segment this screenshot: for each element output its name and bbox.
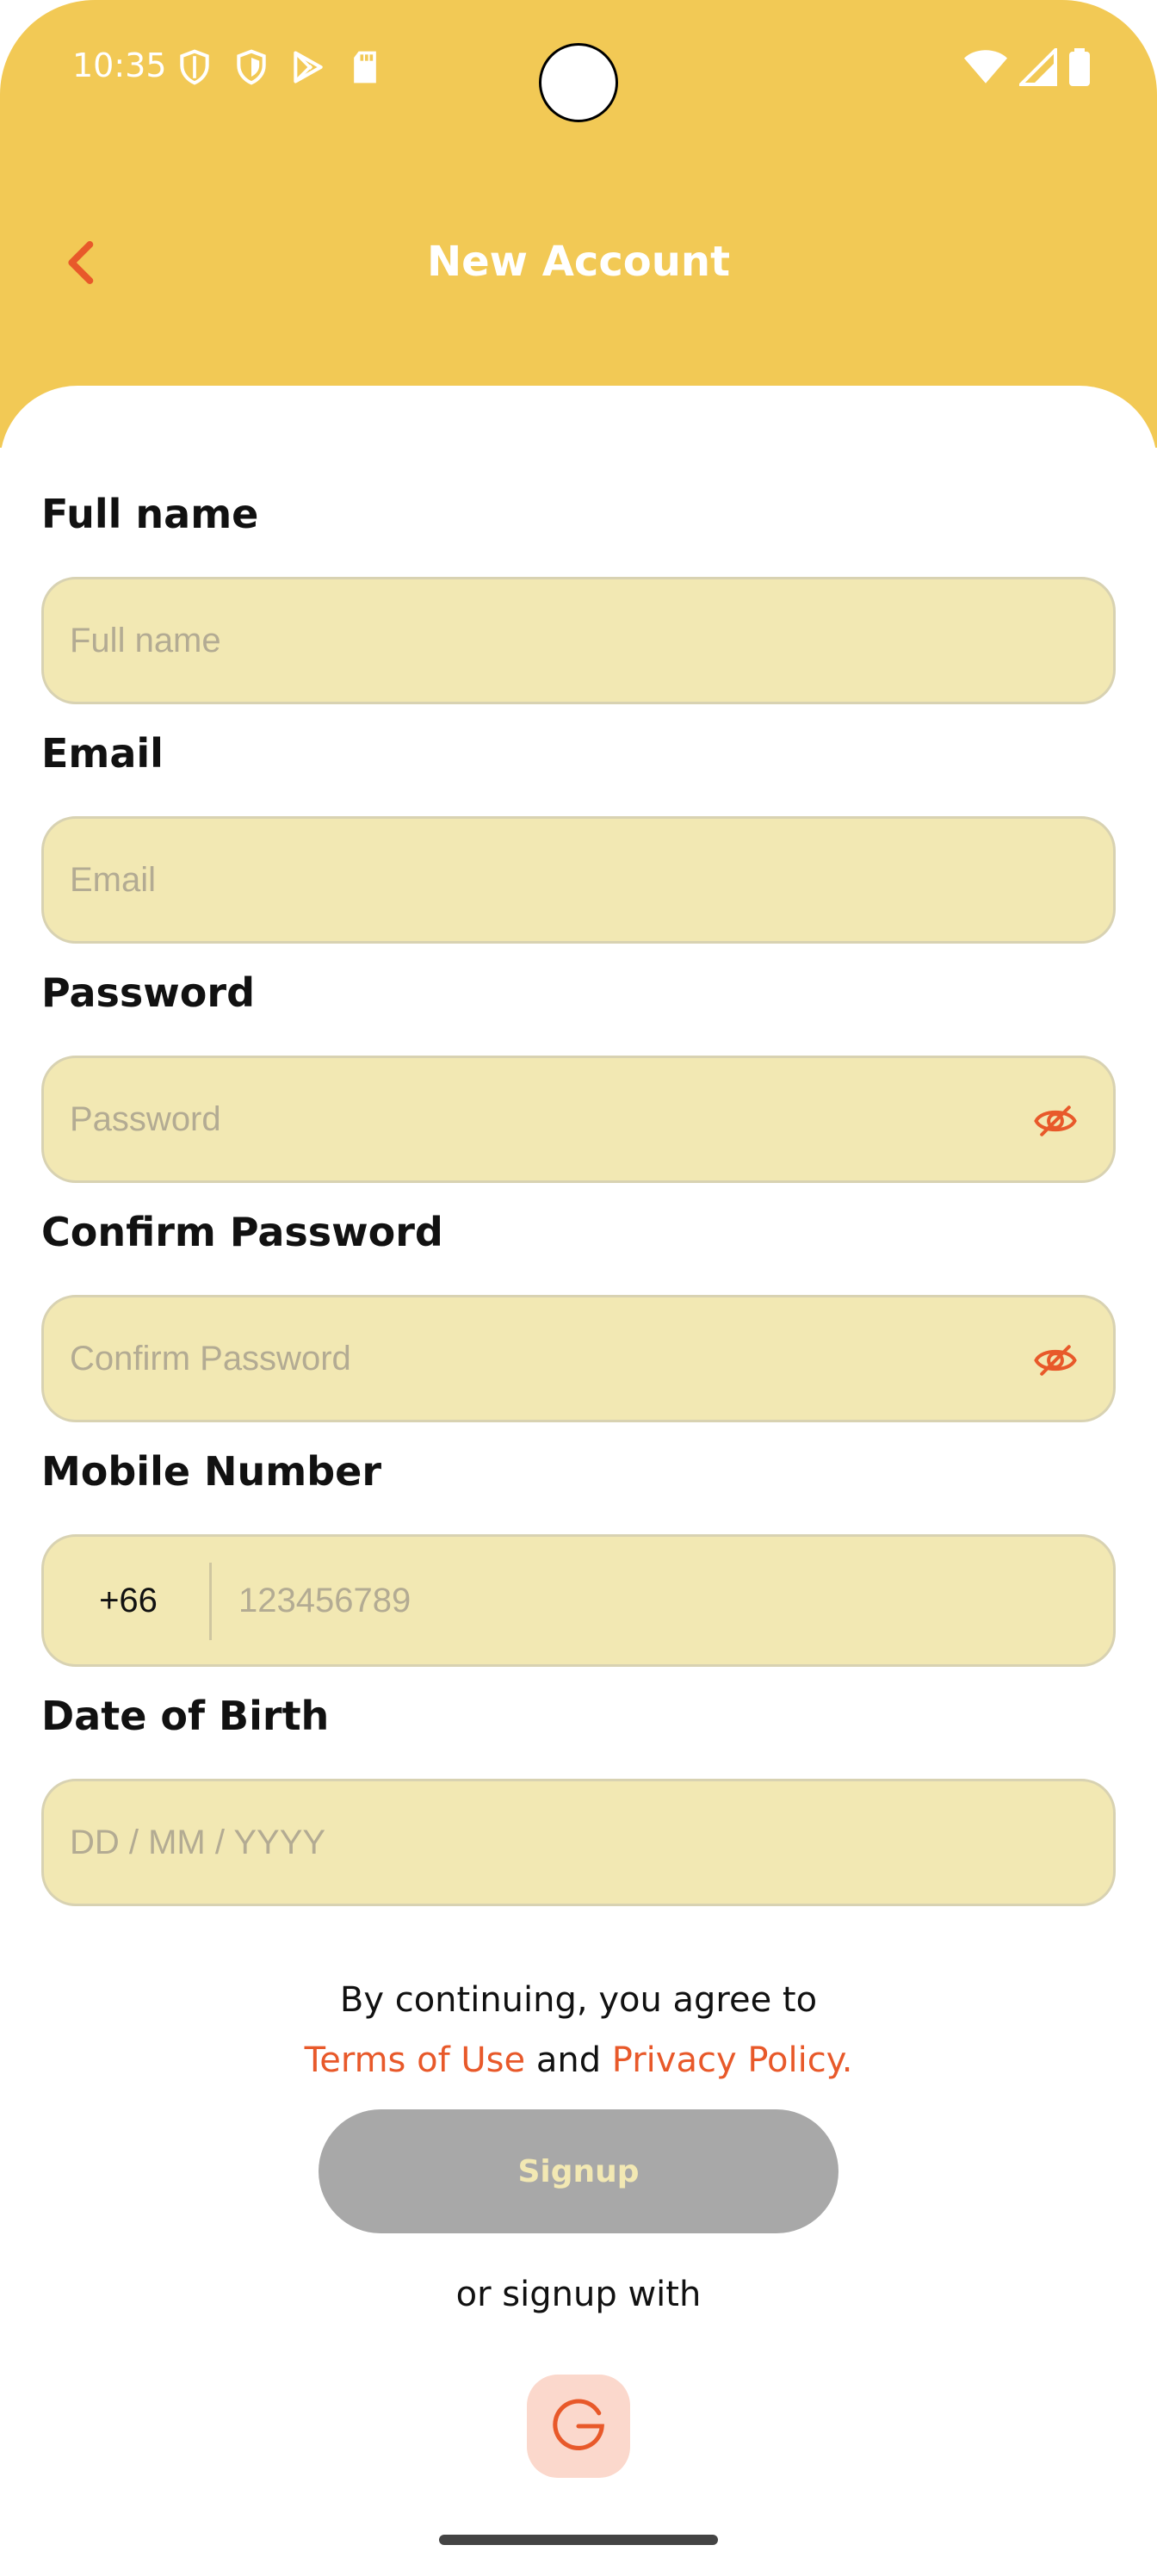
password-input[interactable] [44, 1058, 1113, 1180]
battery-icon [1069, 48, 1090, 86]
privacy-policy-link[interactable]: Privacy Policy. [612, 2040, 853, 2080]
email-label: Email [41, 730, 164, 777]
terms-and-text: and [525, 2040, 612, 2080]
play-store-icon [294, 51, 323, 84]
google-signup-button[interactable] [527, 2375, 630, 2478]
dob-field-container [41, 1779, 1116, 1906]
terms-line-1: By continuing, you agree to [339, 1980, 818, 2020]
eye-off-icon[interactable] [1032, 1098, 1079, 1144]
home-indicator [439, 2535, 718, 2545]
full-name-label: Full name [41, 491, 259, 537]
mobile-number-label: Mobile Number [41, 1448, 382, 1495]
terms-text: By continuing, you agree to Terms of Use… [0, 1970, 1157, 2090]
country-code-selector[interactable]: +66 [44, 1537, 213, 1664]
screen: 10:35 New Account Full name Email [0, 0, 1157, 2576]
dob-input[interactable] [44, 1781, 1113, 1904]
password-label: Password [41, 969, 255, 1016]
confirm-password-field-container [41, 1295, 1116, 1422]
terms-line-2: Terms of Use and Privacy Policy. [0, 2030, 1157, 2090]
sd-card-icon [354, 51, 376, 84]
password-field-container [41, 1056, 1116, 1183]
header: 10:35 New Account [0, 0, 1157, 448]
mobile-field-container: +66 [41, 1534, 1116, 1667]
status-icons-right [964, 48, 1090, 86]
wifi-icon [964, 50, 1007, 84]
shield-icon [237, 49, 266, 85]
confirm-password-input[interactable] [44, 1297, 1113, 1420]
google-icon [553, 2399, 604, 2450]
dob-label: Date of Birth [41, 1693, 330, 1739]
page-title: New Account [426, 238, 731, 286]
status-icons-left [176, 48, 384, 86]
camera-cutout [539, 43, 618, 122]
email-field-container [41, 816, 1116, 944]
signup-button[interactable]: Signup [319, 2109, 838, 2233]
field-divider [209, 1563, 212, 1640]
full-name-input[interactable] [44, 579, 1113, 702]
mobile-number-input[interactable] [213, 1537, 1113, 1664]
full-name-field-container [41, 577, 1116, 704]
email-input[interactable] [44, 819, 1113, 941]
status-time: 10:35 [72, 46, 167, 84]
status-bar: 10:35 [0, 0, 1157, 138]
terms-of-use-link[interactable]: Terms of Use [305, 2040, 526, 2080]
or-signup-with-text: or signup with [455, 2275, 702, 2314]
confirm-password-label: Confirm Password [41, 1209, 443, 1255]
eye-off-icon[interactable] [1032, 1337, 1079, 1384]
shield-icon [180, 49, 209, 85]
signal-icon [1019, 48, 1057, 86]
